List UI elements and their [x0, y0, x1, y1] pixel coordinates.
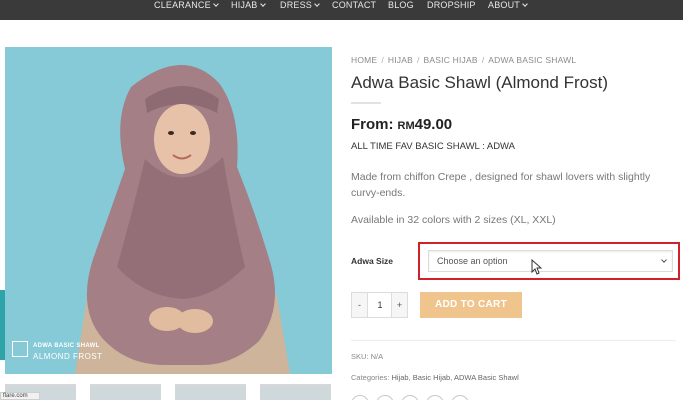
quantity-decrease-button[interactable]: -	[352, 293, 368, 317]
breadcrumb-home[interactable]: HOME	[351, 55, 377, 65]
price-currency: RM	[397, 120, 415, 132]
product-availability: Available in 32 colors with 2 sizes (XL,…	[351, 214, 556, 226]
quantity-input[interactable]: 1	[369, 293, 391, 317]
nav-item-dropship[interactable]: DROPSHIP	[427, 0, 476, 12]
watermark-line-1: ADWA BASIC SHAWL	[33, 343, 100, 349]
product-price: From: RM49.00	[351, 116, 452, 134]
chevron-down-icon	[314, 1, 320, 7]
nav-item-about[interactable]: ABOUT	[488, 0, 528, 12]
product-tagline: ALL TIME FAV BASIC SHAWL : ADWA	[351, 141, 516, 152]
add-to-cart-button[interactable]: ADD TO CART	[420, 292, 522, 318]
thumbnail-4[interactable]	[260, 384, 331, 400]
nav-item-clearance[interactable]: CLEARANCE	[154, 0, 219, 12]
breadcrumb-hijab[interactable]: HIJAB	[388, 55, 413, 65]
price-prefix: From:	[351, 116, 394, 133]
category-link-hijab[interactable]: Hijab	[391, 373, 408, 382]
share-linkedin-icon[interactable]	[451, 395, 469, 400]
product-description: Made from chiffon Crepe , designed for s…	[351, 171, 651, 199]
hijab-model-illustration	[5, 47, 332, 374]
size-select-value: Choose an option	[437, 256, 508, 266]
meta-divider	[351, 340, 676, 341]
top-navigation: CLEARANCE HIJAB DRESS CONTACT BLOG DROPS…	[0, 0, 683, 20]
status-bar-url: flare.com	[0, 392, 40, 400]
watermark-line-2: ALMOND FROST	[33, 352, 103, 361]
product-title: Adwa Basic Shawl (Almond Frost)	[351, 73, 608, 92]
share-pinterest-icon[interactable]	[426, 395, 444, 400]
thumbnail-2[interactable]	[90, 384, 161, 400]
nav-item-dress[interactable]: DRESS	[280, 0, 320, 12]
share-email-icon[interactable]	[401, 395, 419, 400]
thumbnail-strip	[0, 384, 335, 400]
breadcrumb: HOME / HIJAB / BASIC HIJAB / ADWA BASIC SHAWL	[351, 55, 577, 65]
size-select[interactable]: Choose an option	[428, 250, 673, 272]
product-categories: Categories: Hijab, Basic Hijab, ADWA Bas…	[351, 373, 519, 382]
nav-item-blog[interactable]: BLOG	[388, 0, 414, 12]
product-main-image[interactable]: ADWA BASIC SHAWL ALMOND FROST	[5, 47, 332, 374]
share-facebook-icon[interactable]	[351, 395, 369, 400]
quantity-increase-button[interactable]: +	[391, 293, 407, 317]
title-divider	[351, 102, 381, 104]
category-link-basic-hijab[interactable]: Basic Hijab	[413, 373, 451, 382]
price-amount: 49.00	[414, 116, 453, 133]
quantity-stepper: - 1 +	[351, 292, 408, 318]
chevron-down-icon	[259, 1, 266, 7]
brand-logo-icon	[12, 341, 28, 357]
chevron-down-icon	[212, 1, 219, 7]
highlight-box: Choose an option	[418, 242, 680, 280]
thumbnail-3[interactable]	[175, 384, 246, 400]
share-twitter-icon[interactable]	[376, 395, 394, 400]
breadcrumb-basic-hijab[interactable]: BASIC HIJAB	[424, 55, 478, 65]
product-sku: SKU: N/A	[351, 352, 384, 361]
chevron-down-icon	[661, 257, 667, 263]
mouse-cursor-icon	[531, 259, 542, 275]
nav-item-hijab[interactable]: HIJAB	[231, 0, 266, 12]
size-label: Adwa Size	[351, 256, 394, 266]
chevron-down-icon	[522, 1, 528, 7]
category-link-adwa-basic-shawl[interactable]: ADWA Basic Shawl	[454, 373, 519, 382]
breadcrumb-adwa-basic-shawl[interactable]: ADWA BASIC SHAWL	[488, 55, 576, 65]
nav-item-contact[interactable]: CONTACT	[332, 0, 376, 12]
